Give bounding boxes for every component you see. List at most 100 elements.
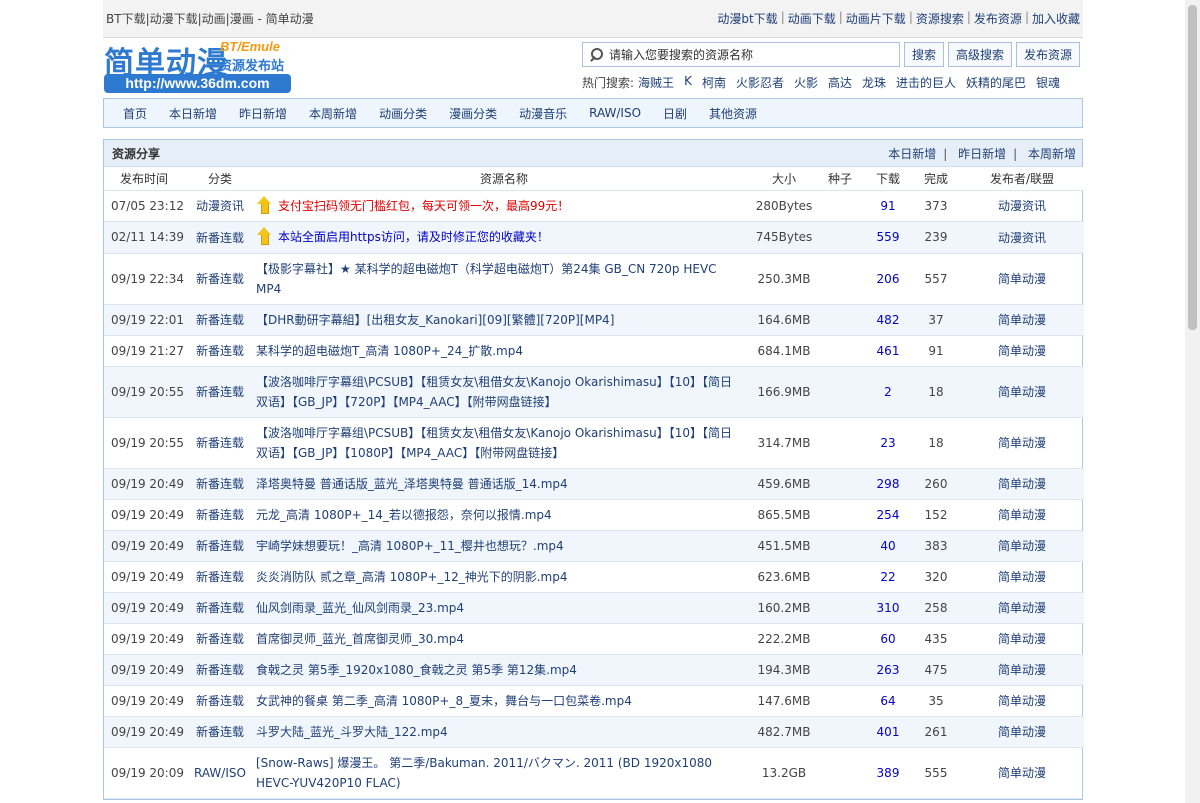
cell-publisher[interactable]: 简单动漫 xyxy=(960,747,1084,799)
top-link-bookmark[interactable]: 加入收藏 xyxy=(1032,10,1080,27)
col-size[interactable]: 大小 xyxy=(752,167,816,191)
top-link-search[interactable]: 资源搜索 xyxy=(916,10,964,27)
nav-raw-iso[interactable]: RAW/ISO xyxy=(589,106,641,120)
cell-name[interactable]: 【极影字幕社】★ 某科学的超电磁炮T（科学超电磁炮T）第24集 GB_CN 72… xyxy=(256,253,752,305)
cell-category[interactable]: 动漫资讯 xyxy=(184,190,256,222)
resource-link[interactable]: 食戟之灵 第5季_1920x1080_食戟之灵 第5季 第12集.mp4 xyxy=(256,660,577,680)
cell-download[interactable]: 22 xyxy=(864,561,912,593)
cell-name[interactable]: 斗罗大陆_蓝光_斗罗大陆_122.mp4 xyxy=(256,716,752,748)
cell-name[interactable]: 【DHR動研字幕組】[出租女友_Kanokari][09][繁體][720P][… xyxy=(256,304,752,336)
cell-publisher[interactable]: 简单动漫 xyxy=(960,592,1084,624)
cell-name[interactable]: 【波洛咖啡厅字幕组\PCSUB】【租赁女友\租借女友\Kanojo Okaris… xyxy=(256,417,752,469)
resource-link[interactable]: 某科学的超电磁炮T_高清 1080P+_24_扩散.mp4 xyxy=(256,341,523,361)
cell-name[interactable]: 某科学的超电磁炮T_高清 1080P+_24_扩散.mp4 xyxy=(256,335,752,367)
hot-keyword[interactable]: 进击的巨人 xyxy=(896,74,956,91)
cell-publisher[interactable]: 动漫资讯 xyxy=(960,221,1084,254)
cell-category[interactable]: 新番连载 xyxy=(184,716,256,748)
cell-download[interactable]: 310 xyxy=(864,592,912,624)
cell-category[interactable]: 新番连载 xyxy=(184,623,256,655)
col-download[interactable]: 下载 xyxy=(864,167,912,191)
cell-category[interactable]: 新番连载 xyxy=(184,499,256,531)
cell-category[interactable]: 新番连载 xyxy=(184,530,256,562)
col-name[interactable]: 资源名称 xyxy=(256,167,752,191)
resource-link[interactable]: [Snow-Raws] 爆漫王。 第二季/Bakuman. 2011/バクマン.… xyxy=(256,753,738,793)
resource-link[interactable]: 支付宝扫码领无门槛红包，每天可领一次，最高99元！ xyxy=(278,196,569,216)
site-logo[interactable]: 简单动漫 BT/Emule 资源发布站 http://www.36dm.com xyxy=(104,38,294,94)
advanced-search-button[interactable]: 高级搜索 xyxy=(948,42,1013,67)
col-complete[interactable]: 完成 xyxy=(912,167,960,191)
top-link-anime-download[interactable]: 动画下载 xyxy=(788,10,836,27)
cell-publisher[interactable]: 简单动漫 xyxy=(960,468,1084,500)
scrollbar[interactable] xyxy=(1185,0,1200,803)
cell-name[interactable]: 本站全面启用https访问，请及时修正您的收藏夹！ xyxy=(256,221,752,254)
search-input[interactable]: 请输入您要搜索的资源名称 xyxy=(582,42,900,67)
cell-name[interactable]: 【波洛咖啡厅字幕组\PCSUB】【租赁女友\租借女友\Kanojo Okaris… xyxy=(256,366,752,418)
nav-music[interactable]: 动漫音乐 xyxy=(519,105,567,122)
hot-keyword[interactable]: 龙珠 xyxy=(862,74,886,91)
cell-name[interactable]: 宇崎学妹想要玩！_高清 1080P+_11_樱井也想玩？.mp4 xyxy=(256,530,752,562)
nav-other[interactable]: 其他资源 xyxy=(709,105,757,122)
cell-download[interactable]: 40 xyxy=(864,530,912,562)
box-link-yesterday[interactable]: 昨日新增 xyxy=(958,147,1006,161)
cell-download[interactable]: 559 xyxy=(864,221,912,254)
resource-link[interactable]: 仙风剑雨录_蓝光_仙风剑雨录_23.mp4 xyxy=(256,598,464,618)
hot-keyword[interactable]: 火影 xyxy=(794,74,818,91)
publish-button[interactable]: 发布资源 xyxy=(1016,42,1081,67)
cell-name[interactable]: 元龙_高清 1080P+_14_若以德报怨，奈何以报情.mp4 xyxy=(256,499,752,531)
resource-link[interactable]: 【DHR動研字幕組】[出租女友_Kanokari][09][繁體][720P][… xyxy=(256,310,614,330)
cell-publisher[interactable]: 简单动漫 xyxy=(960,366,1084,418)
cell-download[interactable]: 389 xyxy=(864,747,912,799)
cell-category[interactable]: 新番连载 xyxy=(184,304,256,336)
hot-keyword[interactable]: 火影忍者 xyxy=(736,74,784,91)
cell-publisher[interactable]: 简单动漫 xyxy=(960,253,1084,305)
resource-link[interactable]: 【极影字幕社】★ 某科学的超电磁炮T（科学超电磁炮T）第24集 GB_CN 72… xyxy=(256,259,738,299)
cell-download[interactable]: 298 xyxy=(864,468,912,500)
cell-publisher[interactable]: 动漫资讯 xyxy=(960,190,1084,222)
resource-link[interactable]: 首席御灵师_蓝光_首席御灵师_30.mp4 xyxy=(256,629,464,649)
cell-download[interactable]: 401 xyxy=(864,716,912,748)
box-link-week[interactable]: 本周新增 xyxy=(1028,147,1076,161)
top-link-cartoon-download[interactable]: 动画片下载 xyxy=(846,10,906,27)
cell-category[interactable]: 新番连载 xyxy=(184,253,256,305)
nav-today[interactable]: 本日新增 xyxy=(169,105,217,122)
nav-anime[interactable]: 动画分类 xyxy=(379,105,427,122)
hot-keyword[interactable]: K xyxy=(684,74,692,91)
cell-category[interactable]: 新番连载 xyxy=(184,221,256,254)
cell-download[interactable]: 482 xyxy=(864,304,912,336)
cell-name[interactable]: 仙风剑雨录_蓝光_仙风剑雨录_23.mp4 xyxy=(256,592,752,624)
cell-name[interactable]: 泽塔奥特曼 普通话版_蓝光_泽塔奥特曼 普通话版_14.mp4 xyxy=(256,468,752,500)
cell-download[interactable]: 91 xyxy=(864,190,912,222)
cell-name[interactable]: 首席御灵师_蓝光_首席御灵师_30.mp4 xyxy=(256,623,752,655)
resource-link[interactable]: 炎炎消防队 贰之章_高清 1080P+_12_神光下的阴影.mp4 xyxy=(256,567,568,587)
cell-name[interactable]: 支付宝扫码领无门槛红包，每天可领一次，最高99元！ xyxy=(256,190,752,222)
cell-publisher[interactable]: 简单动漫 xyxy=(960,716,1084,748)
cell-publisher[interactable]: 简单动漫 xyxy=(960,654,1084,686)
cell-publisher[interactable]: 简单动漫 xyxy=(960,335,1084,367)
cell-publisher[interactable]: 简单动漫 xyxy=(960,623,1084,655)
cell-download[interactable]: 64 xyxy=(864,685,912,717)
cell-name[interactable]: [Snow-Raws] 爆漫王。 第二季/Bakuman. 2011/バクマン.… xyxy=(256,747,752,799)
cell-download[interactable]: 23 xyxy=(864,417,912,469)
cell-name[interactable]: 女武神的餐桌 第二季_高清 1080P+_8_夏末，舞台与一口包菜卷.mp4 xyxy=(256,685,752,717)
resource-link[interactable]: 【波洛咖啡厅字幕组\PCSUB】【租赁女友\租借女友\Kanojo Okaris… xyxy=(256,372,738,412)
cell-publisher[interactable]: 简单动漫 xyxy=(960,499,1084,531)
cell-download[interactable]: 206 xyxy=(864,253,912,305)
box-link-today[interactable]: 本日新增 xyxy=(888,147,936,161)
resource-link[interactable]: 本站全面启用https访问，请及时修正您的收藏夹！ xyxy=(278,227,549,247)
cell-category[interactable]: 新番连载 xyxy=(184,561,256,593)
col-publisher[interactable]: 发布者/联盟 xyxy=(960,167,1084,191)
nav-drama[interactable]: 日剧 xyxy=(663,105,687,122)
cell-category[interactable]: 新番连载 xyxy=(184,335,256,367)
hot-keyword[interactable]: 海贼王 xyxy=(638,74,674,91)
cell-category[interactable]: 新番连载 xyxy=(184,417,256,469)
resource-link[interactable]: 泽塔奥特曼 普通话版_蓝光_泽塔奥特曼 普通话版_14.mp4 xyxy=(256,474,568,494)
cell-publisher[interactable]: 简单动漫 xyxy=(960,685,1084,717)
nav-this-week[interactable]: 本周新增 xyxy=(309,105,357,122)
cell-category[interactable]: 新番连载 xyxy=(184,468,256,500)
hot-keyword[interactable]: 妖精的尾巴 xyxy=(966,74,1026,91)
resource-link[interactable]: 元龙_高清 1080P+_14_若以德报怨，奈何以报情.mp4 xyxy=(256,505,552,525)
top-link-publish[interactable]: 发布资源 xyxy=(974,10,1022,27)
cell-download[interactable]: 263 xyxy=(864,654,912,686)
nav-yesterday[interactable]: 昨日新增 xyxy=(239,105,287,122)
scrollbar-thumb[interactable] xyxy=(1188,5,1197,330)
